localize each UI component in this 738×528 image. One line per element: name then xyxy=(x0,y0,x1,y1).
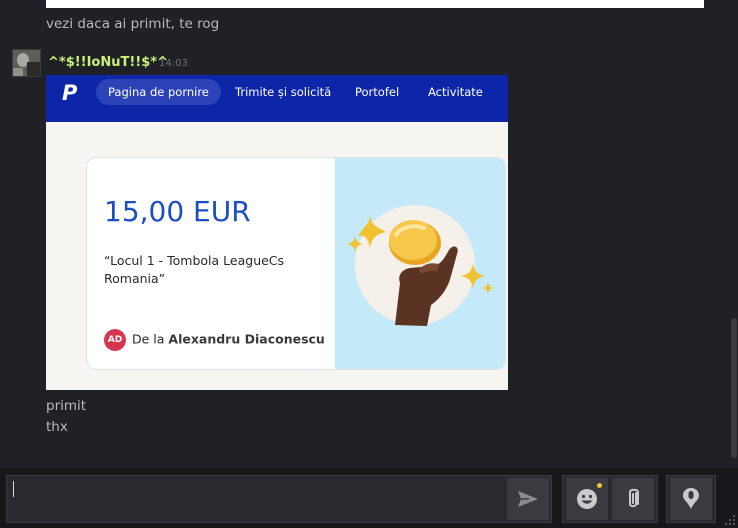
send-icon xyxy=(518,491,538,507)
payment-card: 15,00 EUR “Locul 1 - Tombola LeagueCs Ro… xyxy=(86,157,506,370)
payment-sender: AD De la Alexandru Diaconescu xyxy=(104,328,325,351)
text-caret xyxy=(13,481,14,497)
previous-image[interactable] xyxy=(46,0,704,8)
tab-send-request: Trimite și solicită xyxy=(235,85,332,99)
avatar[interactable] xyxy=(12,49,41,77)
message-input[interactable] xyxy=(6,475,552,523)
paypal-logo: P xyxy=(62,81,78,105)
illustration-panel xyxy=(335,158,505,369)
tab-activity: Activitate xyxy=(428,85,483,99)
attach-button[interactable] xyxy=(612,478,654,520)
send-button[interactable] xyxy=(507,478,549,520)
emoji-icon xyxy=(577,489,597,509)
message-timestamp: 14:03 xyxy=(159,58,188,69)
coin-hand-illustration xyxy=(347,205,494,326)
payment-note: “Locul 1 - Tombola LeagueCs Romania” xyxy=(104,253,285,286)
notification-dot xyxy=(597,483,602,488)
from-label: De la xyxy=(132,331,165,347)
voice-icon xyxy=(683,488,699,509)
payment-amount: 15,00 EUR xyxy=(104,195,251,228)
tab-home: Pagina de pornire xyxy=(96,79,221,105)
attach-icon xyxy=(629,488,639,508)
voice-button[interactable] xyxy=(670,478,712,520)
sender-username[interactable]: ^*$!!IoNuT!!$*^ xyxy=(48,55,168,70)
chat-scrollbar[interactable] xyxy=(731,318,737,458)
resize-grip-icon[interactable] xyxy=(722,512,736,526)
shared-image[interactable]: P Pagina de pornire Trimite și solicită … xyxy=(46,75,508,390)
tab-wallet: Portofel xyxy=(355,85,400,99)
from-name: Alexandru Diaconescu xyxy=(168,331,325,347)
sender-initials-badge: AD xyxy=(104,328,126,351)
message-text: thx xyxy=(46,419,68,435)
message-text: vezi daca ai primit, te rog xyxy=(46,16,220,32)
message-text: primit xyxy=(46,398,87,414)
paypal-nav: P Pagina de pornire Trimite și solicită … xyxy=(46,75,508,122)
